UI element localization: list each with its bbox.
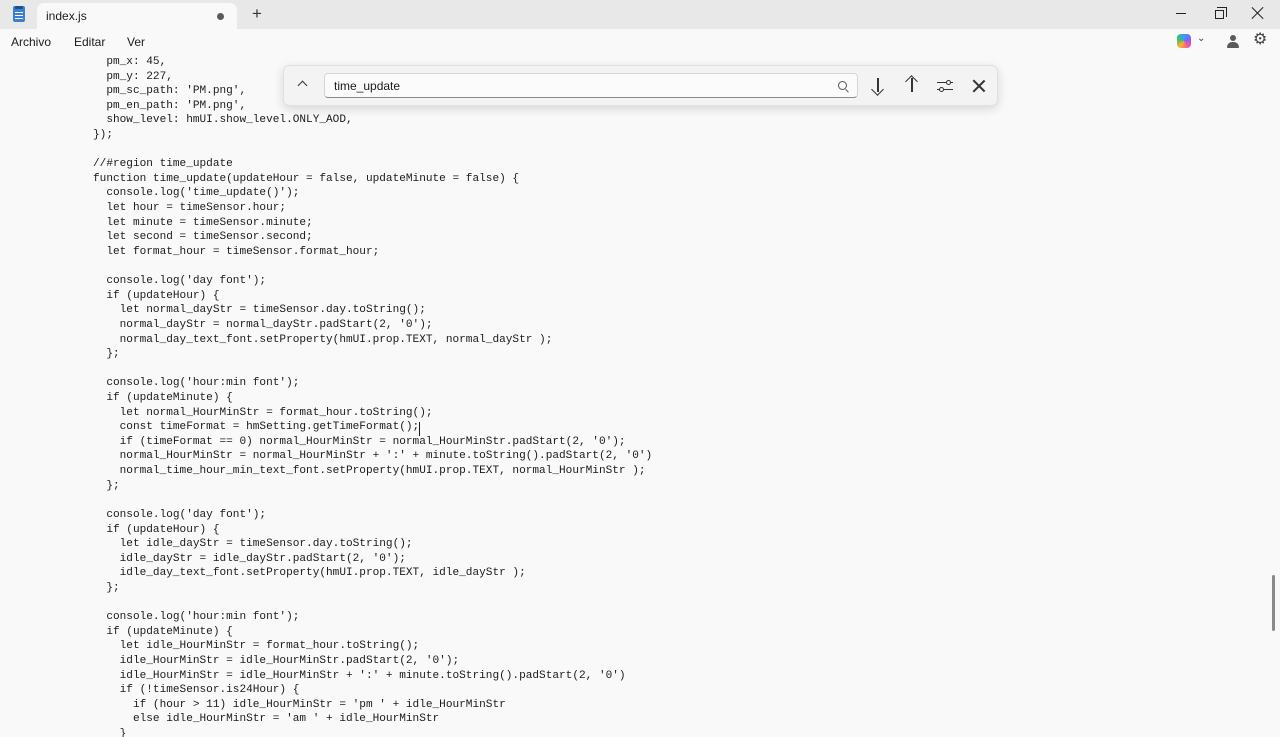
copilot-icon[interactable]	[1177, 34, 1191, 48]
find-previous-button[interactable]	[899, 74, 925, 98]
close-icon	[972, 79, 986, 93]
toggle-replace-button[interactable]	[294, 76, 312, 94]
menu-editar[interactable]: Editar	[74, 35, 105, 49]
menu-archivo[interactable]: Archivo	[11, 35, 51, 49]
find-input[interactable]: time_update	[324, 73, 858, 98]
restore-button[interactable]	[1200, 0, 1238, 26]
code-line[interactable]: const timeFormat = hmSetting.getTimeForm…	[93, 420, 652, 435]
minimize-button[interactable]	[1162, 0, 1200, 26]
code-line[interactable]: else idle_HourMinStr = 'am ' + idle_Hour…	[93, 712, 652, 727]
code-line[interactable]: console.log('hour:min font');	[93, 610, 652, 625]
close-icon	[1252, 7, 1264, 19]
title-bar: index.js +	[0, 0, 1280, 29]
code-line[interactable]: let hour = timeSensor.hour;	[93, 201, 652, 216]
code-line[interactable]: let idle_dayStr = timeSensor.day.toStrin…	[93, 537, 652, 552]
code-line[interactable]: };	[93, 347, 652, 362]
find-next-button[interactable]	[865, 74, 891, 98]
code-line[interactable]: idle_HourMinStr = idle_HourMinStr.padSta…	[93, 654, 652, 669]
find-close-button[interactable]	[966, 74, 992, 98]
tab-title: index.js	[46, 9, 87, 23]
unsaved-dot-icon[interactable]	[217, 13, 224, 20]
code-line[interactable]: });	[93, 128, 652, 143]
find-panel: time_update	[283, 65, 998, 106]
code-text[interactable]: pm_x: 45, pm_y: 227, pm_sc_path: 'PM.png…	[93, 55, 652, 737]
code-line[interactable]: console.log('day font');	[93, 508, 652, 523]
code-line[interactable]: idle_dayStr = idle_dayStr.padStart(2, '0…	[93, 552, 652, 567]
code-line[interactable]: let minute = timeSensor.minute;	[93, 216, 652, 231]
code-line[interactable]: normal_dayStr = normal_dayStr.padStart(2…	[93, 318, 652, 333]
minimize-icon	[1176, 12, 1186, 14]
code-line[interactable]: let format_hour = timeSensor.format_hour…	[93, 245, 652, 260]
search-icon[interactable]	[838, 81, 847, 90]
code-line[interactable]: }	[93, 727, 652, 737]
tab-index-js[interactable]: index.js	[37, 3, 237, 29]
text-caret	[419, 422, 420, 436]
code-line[interactable]	[93, 596, 652, 611]
menu-ver[interactable]: Ver	[127, 35, 145, 49]
code-line[interactable]: show_level: hmUI.show_level.ONLY_AOD,	[93, 113, 652, 128]
restore-icon	[1214, 6, 1227, 19]
find-options-button[interactable]	[932, 74, 958, 98]
filter-options-icon	[937, 79, 953, 93]
code-line[interactable]: let normal_dayStr = timeSensor.day.toStr…	[93, 303, 652, 318]
code-line[interactable]: if (updateMinute) {	[93, 625, 652, 640]
chevron-up-icon	[297, 80, 308, 91]
code-line[interactable]: console.log('day font');	[93, 274, 652, 289]
code-line[interactable]: normal_day_text_font.setProperty(hmUI.pr…	[93, 333, 652, 348]
arrow-down-icon	[877, 78, 879, 92]
code-line[interactable]: let idle_HourMinStr = format_hour.toStri…	[93, 639, 652, 654]
code-line[interactable]: let second = timeSensor.second;	[93, 230, 652, 245]
menu-bar: Archivo Editar Ver ⌄ ⚙	[0, 29, 1280, 55]
code-line[interactable]: if (hour > 11) idle_HourMinStr = 'pm ' +…	[93, 698, 652, 713]
arrow-up-icon	[911, 78, 913, 92]
notepad-app-icon	[13, 6, 25, 22]
code-line[interactable]: };	[93, 479, 652, 494]
account-icon[interactable]	[1226, 34, 1240, 48]
gear-icon[interactable]: ⚙	[1253, 32, 1267, 48]
code-line[interactable]: //#region time_update	[93, 157, 652, 172]
code-line[interactable]: if (timeFormat == 0) normal_HourMinStr =…	[93, 435, 652, 450]
find-query: time_update	[334, 79, 401, 93]
code-line[interactable]: if (updateHour) {	[93, 523, 652, 538]
code-line[interactable]	[93, 143, 652, 158]
code-line[interactable]: normal_HourMinStr = normal_HourMinStr + …	[93, 449, 653, 464]
code-line[interactable]: let normal_HourMinStr = format_hour.toSt…	[93, 406, 652, 421]
code-line[interactable]: console.log('time_update()');	[93, 186, 652, 201]
code-line[interactable]: if (!timeSensor.is24Hour) {	[93, 683, 652, 698]
code-line[interactable]	[93, 362, 652, 377]
code-line[interactable]: normal_time_hour_min_text_font.setProper…	[93, 464, 652, 479]
code-line[interactable]	[93, 493, 652, 508]
window-close-button[interactable]	[1239, 0, 1277, 26]
code-line[interactable]: };	[93, 581, 652, 596]
new-tab-button[interactable]: +	[247, 3, 267, 25]
code-line[interactable]: if (updateHour) {	[93, 289, 652, 304]
code-line[interactable]: function time_update(updateHour = false,…	[93, 172, 652, 187]
vertical-scrollbar[interactable]	[1272, 575, 1275, 631]
code-line[interactable]: idle_HourMinStr = idle_HourMinStr + ':' …	[93, 669, 652, 684]
code-line[interactable]: if (updateMinute) {	[93, 391, 652, 406]
chevron-down-icon[interactable]: ⌄	[1197, 33, 1205, 44]
code-line[interactable]: idle_day_text_font.setProperty(hmUI.prop…	[93, 566, 652, 581]
editor-area[interactable]: pm_x: 45, pm_y: 227, pm_sc_path: 'PM.png…	[0, 55, 1280, 737]
code-line[interactable]: console.log('hour:min font');	[93, 376, 652, 391]
code-line[interactable]	[93, 260, 652, 275]
